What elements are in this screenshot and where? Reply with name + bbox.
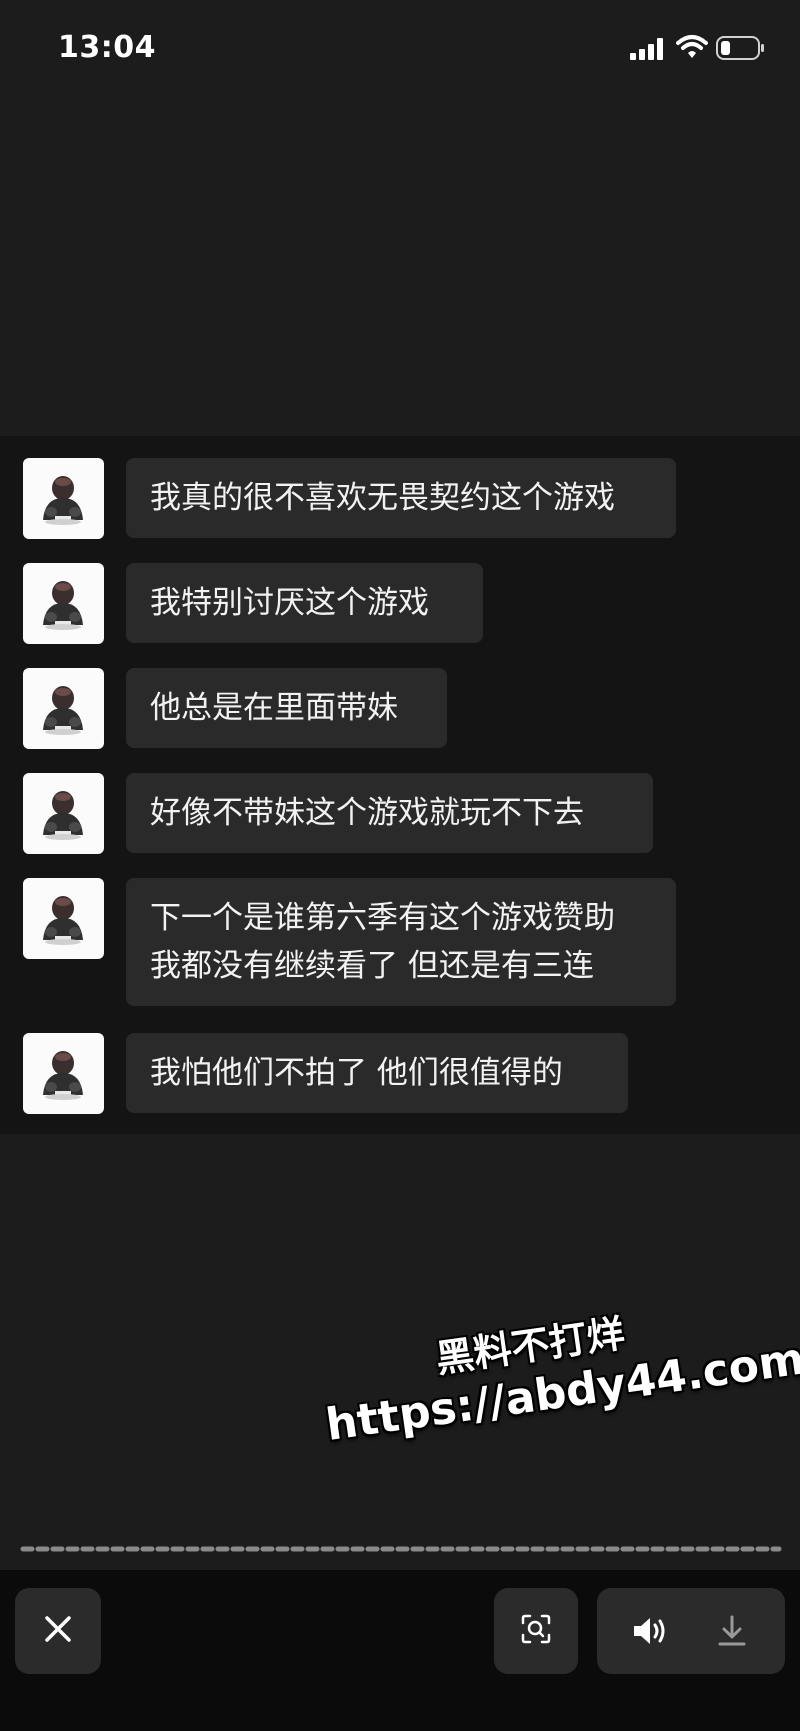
chat-panel: 我真的很不喜欢无畏契约这个游戏 我特别讨厌这个游戏 他总是在里面带妹好像不带妹这个游… [0,436,800,1134]
scan-button[interactable] [494,1588,578,1674]
message-bubble[interactable]: 他总是在里面带妹 [126,668,447,748]
download-icon[interactable] [715,1614,749,1652]
bottom-toolbar [0,1570,800,1731]
avatar[interactable] [23,773,104,854]
playback-progress-track[interactable] [20,1546,782,1552]
watermark: 黑料不打烊 https://abdy44.com [316,1291,800,1453]
wifi-icon [676,34,708,64]
avatar[interactable] [23,878,104,959]
status-time: 13:04 [58,30,156,65]
message-bubble[interactable]: 下一个是谁第六季有这个游戏赞助 我都没有继续看了 但还是有三连 [126,878,676,1006]
message-bubble[interactable]: 我特别讨厌这个游戏 [126,563,483,643]
message-text: 下一个是谁第六季有这个游戏赞助 [150,900,615,936]
scan-icon [520,1613,552,1649]
close-icon [43,1614,73,1648]
message-text: 好像不带妹这个游戏就玩不下去 [150,795,584,831]
avatar[interactable] [23,1033,104,1114]
volume-icon[interactable] [631,1614,669,1652]
avatar[interactable] [23,458,104,539]
message-text: 我真的很不喜欢无畏契约这个游戏 [150,480,615,516]
avatar[interactable] [23,563,104,644]
message-text: 我特别讨厌这个游戏 [150,585,429,621]
close-button[interactable] [15,1588,101,1674]
message-text: 他总是在里面带妹 [150,690,398,726]
message-text: 我怕他们不拍了 他们很值得的 [150,1055,563,1091]
message-bubble[interactable]: 我怕他们不拍了 他们很值得的 [126,1033,628,1113]
status-bar: 13:04 [0,0,800,100]
battery-icon [716,36,766,64]
media-controls [597,1588,785,1674]
message-text: 我都没有继续看了 但还是有三连 [150,948,594,984]
avatar[interactable] [23,668,104,749]
message-bubble[interactable]: 好像不带妹这个游戏就玩不下去 [126,773,653,853]
signal-icon [630,38,666,64]
message-bubble[interactable]: 我真的很不喜欢无畏契约这个游戏 [126,458,676,538]
